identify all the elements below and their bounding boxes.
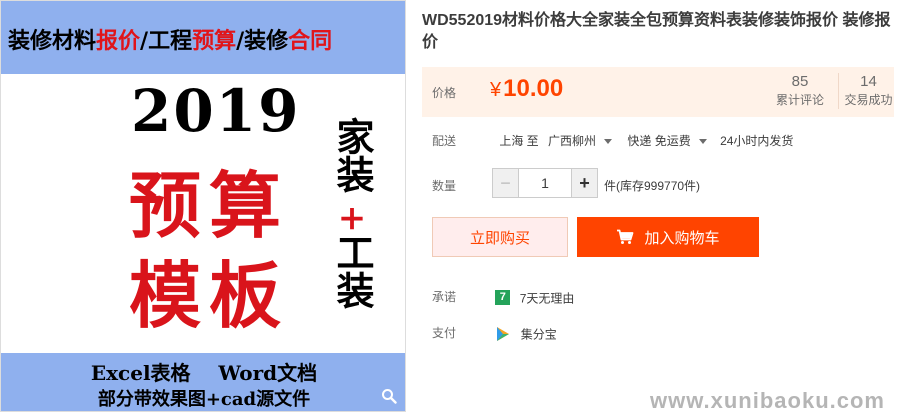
ship-method-select[interactable]: 快递 免运费 (627, 134, 707, 148)
ship-from: 上海 至 (499, 134, 539, 148)
quantity-label: 数量 (432, 179, 457, 193)
product-main-image[interactable]: 装修材料报价/工程预算/装修合同 2019 预算 模板 家装 + 工装 Exce… (0, 0, 406, 412)
site-watermark: www.xunibaoku.com (650, 388, 885, 413)
image-vertical-bottom: 工装 (327, 233, 377, 309)
promise-row: 承诺 7 7天无理由 (432, 288, 574, 306)
image-footer-band: Excel表格 Word文档 部分带效果图+cad源文件 (1, 353, 405, 411)
header-part: 合同 (288, 28, 333, 54)
ship-method-text: 快递 免运费 (627, 134, 691, 148)
stock-text: 件(库存999770件) (604, 179, 701, 193)
trades-label: 交易成功 (844, 93, 893, 107)
seven-day-return-icon: 7 (495, 290, 511, 306)
ship-to-text: 广西柳州 (548, 134, 597, 148)
ship-to-select[interactable]: 广西柳州 (548, 134, 613, 148)
decrease-button[interactable]: − (493, 169, 519, 197)
header-part: /装修 (236, 28, 289, 54)
add-to-cart-label: 加入购物车 (644, 229, 720, 247)
header-part: 预算 (192, 28, 237, 54)
reviews-stat[interactable]: 85 累计评论 (770, 73, 830, 109)
quantity-stepper: − 1 + (492, 168, 598, 198)
ship-dispatch-time: 24小时内发货 (720, 134, 794, 148)
image-vertical-top: 家装 (327, 117, 377, 193)
image-footer-line-2: 部分带效果图+cad源文件 (97, 389, 311, 410)
currency-symbol: ¥ (490, 79, 502, 101)
price-amount: 10.00 (503, 75, 564, 102)
shipping-row: 配送 上海 至 广西柳州 快递 免运费 24小时内发货 (432, 132, 799, 149)
chevron-down-icon (698, 139, 707, 145)
magnifier-icon[interactable] (381, 388, 397, 404)
image-header-text: 装修材料报价/工程预算/装修合同 (8, 23, 332, 55)
trades-stat: 14 交易成功 (838, 73, 897, 109)
header-part: 装修材料 (8, 28, 97, 54)
image-header-band: 装修材料报价/工程预算/装修合同 (1, 1, 405, 74)
buy-now-button[interactable]: 立即购买 (432, 217, 568, 257)
price-value: ¥10.00 (490, 75, 563, 103)
cart-icon (617, 229, 634, 244)
shipping-label: 配送 (432, 134, 457, 148)
promise-label: 承诺 (432, 290, 457, 304)
payment-row: 支付 集分宝 (432, 324, 557, 342)
header-part: /工程 (140, 28, 193, 54)
reviews-label: 累计评论 (775, 93, 824, 107)
image-vertical-plus: + (337, 198, 367, 238)
increase-button[interactable]: + (571, 169, 597, 197)
jifenbao-icon (497, 326, 510, 341)
vertical-text: 家装 (329, 117, 375, 193)
add-to-cart-button[interactable]: 加入购物车 (577, 217, 759, 257)
image-year: 2019 (131, 77, 301, 145)
payment-label: 支付 (432, 326, 457, 340)
vertical-text: 工装 (329, 233, 375, 309)
product-title: WD552019材料价格大全家装全包预算资料表装修装饰报价 装修报价 (422, 12, 891, 51)
chevron-down-icon (604, 139, 613, 145)
trades-count: 14 (860, 73, 877, 90)
quantity-input[interactable]: 1 (519, 169, 571, 197)
price-label: 价格 (432, 86, 457, 100)
header-part: 报价 (96, 28, 141, 54)
price-panel: 价格 ¥10.00 85 累计评论 14 交易成功 (422, 67, 894, 117)
payment-text[interactable]: 集分宝 (521, 327, 557, 341)
reviews-count: 85 (791, 73, 809, 90)
image-big-text-2: 模板 (128, 253, 289, 338)
promise-text[interactable]: 7天无理由 (520, 291, 575, 305)
image-footer-line-1: Excel表格 Word文档 (90, 361, 318, 385)
